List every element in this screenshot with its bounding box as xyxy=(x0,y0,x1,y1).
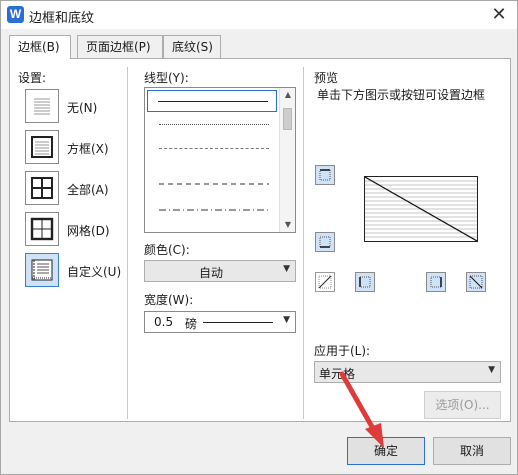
wps-writer-icon: W xyxy=(7,6,24,23)
line-style-selected-item[interactable] xyxy=(147,90,277,112)
width-line-sample xyxy=(203,322,273,323)
tab-shading[interactable]: 底纹(S) xyxy=(163,35,221,58)
close-icon[interactable]: ✕ xyxy=(487,3,511,27)
line-style-solid xyxy=(158,101,268,102)
color-dropdown[interactable]: 自动 ▼ xyxy=(144,260,296,282)
line-style-fine-dash[interactable] xyxy=(159,148,269,149)
color-label: 颜色(C): xyxy=(144,243,190,257)
box-border-icon xyxy=(25,130,59,164)
bottom-border-button[interactable] xyxy=(315,232,335,252)
grid-border-icon xyxy=(25,212,59,246)
dialog-title: 边框和底纹 xyxy=(29,11,95,26)
right-border-button[interactable] xyxy=(426,272,446,292)
custom-border-icon xyxy=(25,253,59,287)
column-divider xyxy=(127,67,128,419)
setting-grid[interactable]: 网格(D) xyxy=(25,212,135,246)
line-style-dotted[interactable] xyxy=(159,124,269,125)
scroll-thumb[interactable] xyxy=(283,108,292,130)
options-button[interactable]: 选项(O)... xyxy=(424,391,501,419)
scroll-up-icon[interactable]: ▲ xyxy=(280,88,295,102)
borders-and-shading-dialog: W 边框和底纹 ✕ 边框(B) 页面边框(P) 底纹(S) 设置: 无(N) 方… xyxy=(0,0,518,475)
color-value: 自动 xyxy=(198,266,223,280)
width-unit: 磅 xyxy=(185,317,198,331)
setting-box[interactable]: 方框(X) xyxy=(25,130,135,164)
apply-to-dropdown[interactable]: 单元格 ▼ xyxy=(314,361,501,383)
borders-panel: 设置: 无(N) 方框(X) 全部(A) 网格(D) 自定义(U) 线型(Y):… xyxy=(9,58,511,422)
diagonal-up-border-button[interactable] xyxy=(315,272,335,292)
setting-label: 自定义(U) xyxy=(67,265,122,279)
tab-page-border[interactable]: 页面边框(P) xyxy=(77,35,163,58)
cancel-button[interactable]: 取消 xyxy=(433,437,511,465)
scroll-down-icon[interactable]: ▼ xyxy=(280,218,295,232)
ok-button[interactable]: 确定 xyxy=(347,437,425,465)
setting-none[interactable]: 无(N) xyxy=(25,89,135,123)
width-value: 0.5 xyxy=(154,315,174,329)
setting-label: 全部(A) xyxy=(67,183,109,197)
all-borders-icon xyxy=(25,171,59,205)
left-border-button[interactable] xyxy=(355,272,375,292)
preview-canvas[interactable] xyxy=(364,176,478,242)
setting-label: 无(N) xyxy=(67,101,98,115)
line-style-scrollbar[interactable]: ▲ ▼ xyxy=(279,88,295,232)
apply-to-label: 应用于(L): xyxy=(314,344,371,358)
settings-label: 设置: xyxy=(18,71,47,85)
chevron-down-icon: ▼ xyxy=(283,315,290,325)
width-label: 宽度(W): xyxy=(144,293,194,307)
setting-label: 方框(X) xyxy=(67,142,109,156)
top-border-button[interactable] xyxy=(315,165,335,185)
preview-drawing xyxy=(364,176,478,242)
column-divider xyxy=(303,67,304,419)
tab-borders[interactable]: 边框(B) xyxy=(9,35,71,59)
preview-hint: 单击下方图示或按钮可设置边框 xyxy=(317,88,486,102)
diagonal-down-border-button[interactable] xyxy=(466,272,486,292)
apply-to-value: 单元格 xyxy=(319,367,356,381)
setting-label: 网格(D) xyxy=(67,224,110,238)
chevron-down-icon: ▼ xyxy=(283,264,290,274)
setting-custom[interactable]: 自定义(U) xyxy=(25,253,135,287)
line-style-label: 线型(Y): xyxy=(144,71,189,85)
line-style-list[interactable]: ▲ ▼ xyxy=(144,87,296,233)
chevron-down-icon: ▼ xyxy=(488,365,495,375)
width-dropdown[interactable]: 0.5 磅 ▼ xyxy=(144,311,296,333)
preview-label: 预览 xyxy=(314,71,339,85)
title-bar: W 边框和底纹 ✕ xyxy=(1,1,517,29)
none-border-icon xyxy=(25,89,59,123)
setting-all[interactable]: 全部(A) xyxy=(25,171,135,205)
